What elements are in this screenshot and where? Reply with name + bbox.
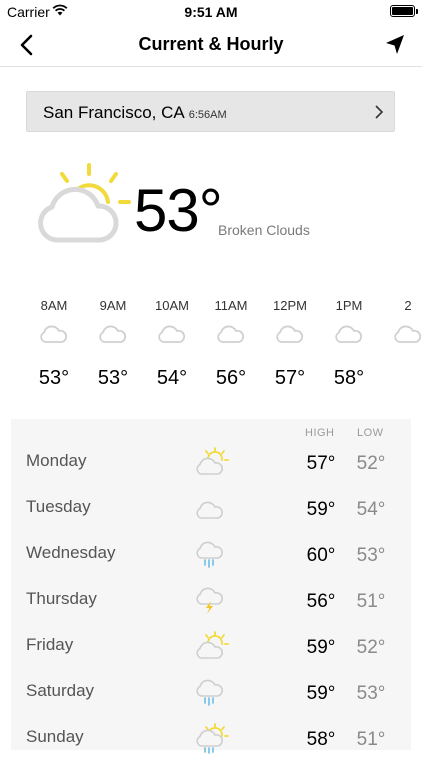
location-selector[interactable]: San Francisco, CA 6:56AM xyxy=(26,91,395,132)
day-high-temp: 59° xyxy=(306,499,336,520)
hour-temperature: 58° xyxy=(333,367,365,389)
hourly-item: 10AM 54° xyxy=(142,290,202,390)
day-low-temp: 52° xyxy=(356,453,386,474)
day-name: Thursday xyxy=(26,589,97,608)
city-name: San Francisco, CA xyxy=(43,103,185,122)
cloud-icon xyxy=(196,501,223,519)
low-column-header: LOW xyxy=(357,427,384,439)
hour-temperature: 57° xyxy=(274,367,306,389)
location-city: San Francisco, CA 6:56AM xyxy=(43,103,227,123)
cloud-icon xyxy=(40,325,68,343)
day-name: Saturday xyxy=(26,681,95,700)
day-high-temp: 60° xyxy=(306,545,336,566)
daily-row: Wednesday 60° 53° xyxy=(11,531,411,577)
day-high-temp: 56° xyxy=(306,591,336,612)
daily-forecast: HIGH LOW Monday 57° 52° Tuesday 59° 54° … xyxy=(11,419,411,754)
thunderstorm-icon xyxy=(196,587,223,614)
cloud-icon xyxy=(335,325,363,343)
rain-icon xyxy=(196,541,223,568)
partly-cloudy-icon xyxy=(196,631,229,659)
location-time: 6:56AM xyxy=(188,109,227,121)
hourly-item: 2 xyxy=(378,290,422,367)
daily-row: Saturday 59° 53° xyxy=(11,669,411,715)
daily-row: Tuesday 59° 54° xyxy=(11,485,411,531)
day-name: Tuesday xyxy=(26,497,91,516)
hour-temperature: 53° xyxy=(97,367,129,389)
hourly-item: 12PM 57° xyxy=(260,290,320,390)
day-low-temp: 52° xyxy=(356,637,386,658)
day-name: Friday xyxy=(26,635,74,654)
cloud-icon xyxy=(276,325,304,343)
cloud-icon xyxy=(158,325,186,343)
chevron-right-icon xyxy=(375,105,384,119)
day-name: Sunday xyxy=(26,727,84,746)
daily-row: Friday 59° 52° xyxy=(11,623,411,669)
day-name: Monday xyxy=(26,451,87,470)
hour-time: 8AM xyxy=(40,298,68,313)
day-high-temp: 59° xyxy=(306,683,336,704)
day-high-temp: 59° xyxy=(306,637,336,658)
battery-icon xyxy=(390,5,418,17)
partly-cloudy-icon xyxy=(196,447,229,475)
hour-time: 1PM xyxy=(335,298,363,313)
hour-temperature: 54° xyxy=(156,367,188,389)
current-condition: Broken Clouds xyxy=(218,222,310,238)
day-low-temp: 53° xyxy=(356,545,386,566)
location-arrow-icon[interactable] xyxy=(382,32,408,58)
hourly-item: 8AM 53° xyxy=(24,290,84,390)
daily-row: Thursday 56° 51° xyxy=(11,577,411,623)
cloud-icon xyxy=(217,325,245,343)
navigation-bar: Current & Hourly xyxy=(0,24,422,67)
rain-icon xyxy=(196,679,223,706)
status-bar: Carrier 9:51 AM xyxy=(0,0,422,24)
hour-time: 11AM xyxy=(214,298,248,313)
day-low-temp: 53° xyxy=(356,683,386,704)
partly-cloudy-icon xyxy=(38,163,131,243)
hour-time: 9AM xyxy=(99,298,127,313)
hour-time: 12PM xyxy=(273,298,307,313)
day-low-temp: 54° xyxy=(356,499,386,520)
day-low-temp: 51° xyxy=(356,591,386,612)
cloud-icon xyxy=(394,325,422,343)
hourly-item: 1PM 58° xyxy=(319,290,379,390)
hourly-item: 11AM 56° xyxy=(201,290,261,390)
hourly-item: 9AM 53° xyxy=(83,290,143,390)
hourly-forecast[interactable]: 8AM 53° 9AM 53° 10AM 54° 11AM 56° 12PM 5… xyxy=(0,290,422,400)
page-title: Current & Hourly xyxy=(138,34,284,54)
daily-row: Sunday 58° 51° xyxy=(11,715,411,761)
hour-temperature: 56° xyxy=(215,367,247,389)
hour-time: 2 xyxy=(404,298,412,313)
high-column-header: HIGH xyxy=(305,427,335,439)
cloud-icon xyxy=(99,325,127,343)
hour-time: 10AM xyxy=(155,298,189,313)
status-time: 9:51 AM xyxy=(184,4,238,20)
current-temperature: 53° xyxy=(134,177,223,244)
day-name: Wednesday xyxy=(26,543,116,562)
hour-temperature: 53° xyxy=(38,367,70,389)
daily-row: Monday 57° 52° xyxy=(11,439,411,485)
day-high-temp: 58° xyxy=(306,729,336,750)
sun-rain-icon xyxy=(196,723,229,754)
day-low-temp: 51° xyxy=(356,729,386,750)
day-high-temp: 57° xyxy=(306,453,336,474)
